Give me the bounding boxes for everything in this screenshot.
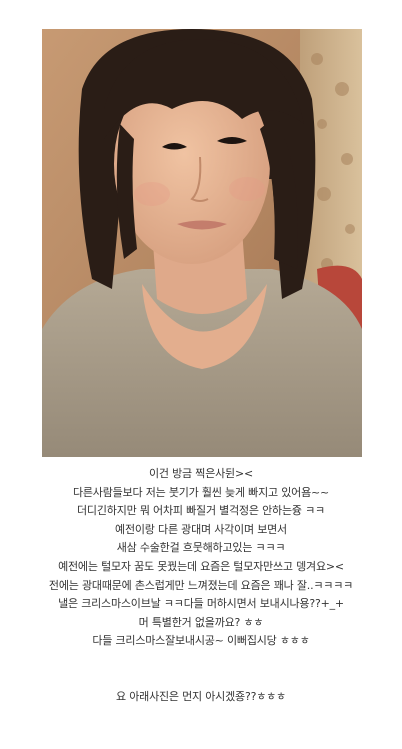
caption-text: 이건 방금 찍은사뒨>< 다른사람들보다 저는 붓기가 훨씬 늦게 빠지고 있어… — [0, 465, 402, 707]
caption-line: 새삼 수술한걸 흐뭇해하고있는 ㅋㅋㅋ — [116, 541, 286, 555]
caption-line: 예전이랑 다른 광대며 사각이며 보면서 — [115, 522, 287, 536]
caption-footer: 요 아래사진은 먼지 아시겠죵??ㅎㅎㅎ — [116, 689, 286, 703]
caption-line: 전에는 광대때문에 촌스럽게만 느껴졌는데 요즘은 꽤나 잘..ㅋㅋㅋㅋ — [48, 578, 354, 592]
caption-line: 이건 방금 찍은사뒨>< — [149, 467, 253, 480]
caption-line: 다들 크리스마스잘보내시공~ 이뻐집시당 ㅎㅎㅎ — [92, 634, 310, 648]
caption-line: 예전에는 털모자 꿈도 못꿨는데 요즘은 털모자만쓰고 뎅겨요>< — [58, 559, 344, 573]
caption-line: 머 특별한거 없을까요? ㅎㅎ — [138, 615, 264, 629]
selfie-photo — [42, 29, 362, 457]
caption-line: 낼은 크리스마스이브날 ㅋㅋ다들 머하시면서 보내시나용??+_+ — [58, 597, 344, 611]
caption-line: 다른사람들보다 저는 붓기가 훨씬 늦게 빠지고 있어욤~~ — [72, 485, 330, 499]
caption-line: 더디긴하지만 뭐 어차피 빠질거 별걱정은 안하는즁 ㅋㅋ — [77, 504, 325, 518]
